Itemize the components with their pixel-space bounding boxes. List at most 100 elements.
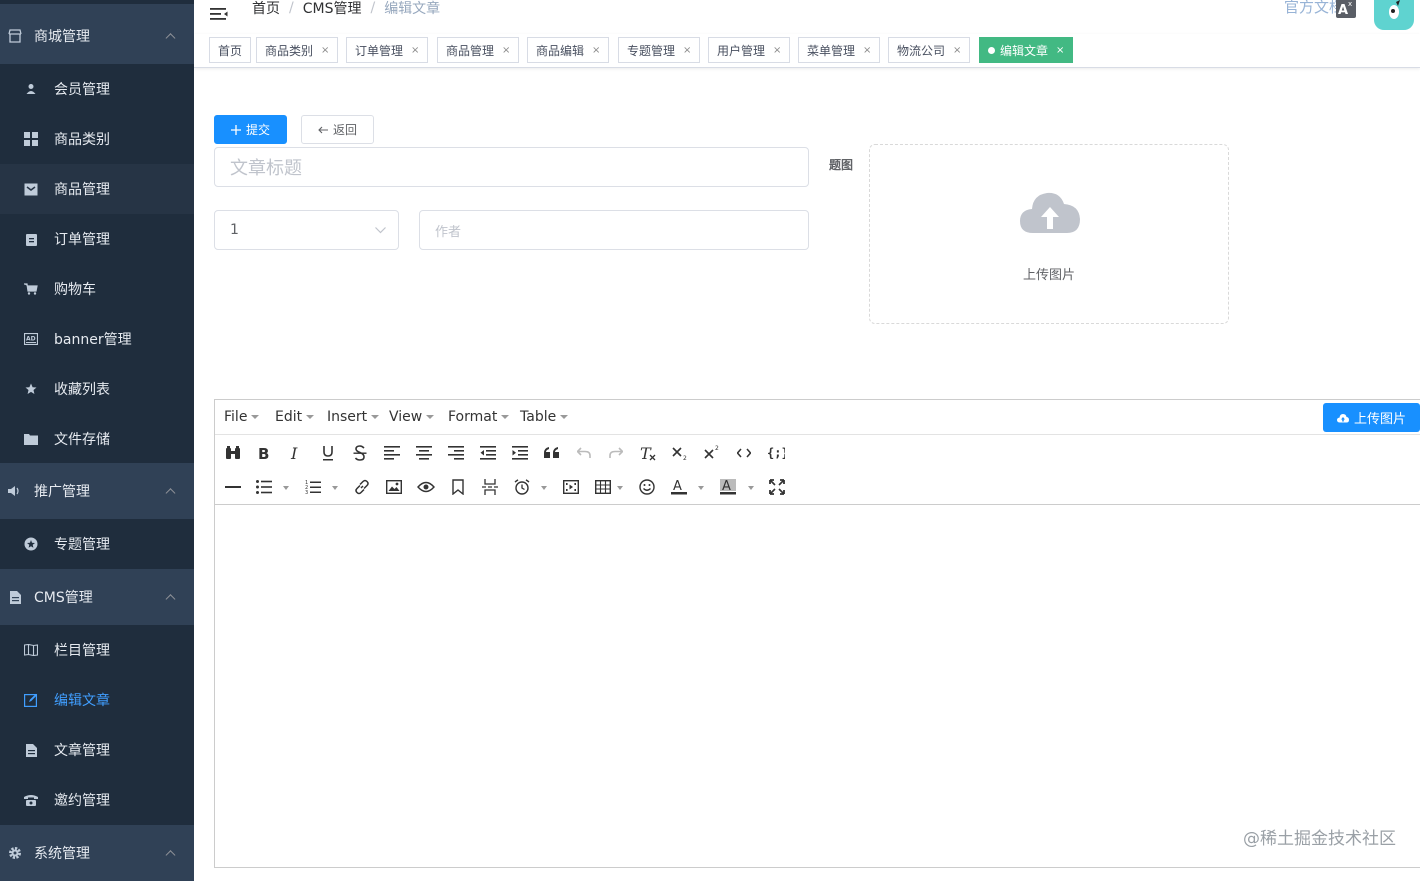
title-input[interactable]: 文章标题 — [214, 147, 809, 187]
outdent-icon[interactable] — [477, 442, 499, 464]
tag-topics[interactable]: 专题管理 × — [618, 37, 701, 63]
table-dropdown-icon[interactable] — [617, 486, 623, 490]
tag-categories[interactable]: 商品类别 × — [256, 37, 339, 63]
close-icon[interactable]: × — [1056, 45, 1064, 56]
text-color-icon[interactable]: A — [668, 476, 690, 498]
bullet-list-icon[interactable] — [253, 476, 275, 498]
svg-text:3: 3 — [305, 490, 308, 495]
italic-icon[interactable]: I — [285, 442, 307, 464]
sidebar-item-categories[interactable]: 商品类别 — [0, 114, 194, 164]
tag-logistics[interactable]: 物流公司 × — [888, 37, 971, 63]
close-icon[interactable]: × — [321, 45, 329, 56]
background-color-dropdown-icon[interactable] — [748, 486, 754, 490]
close-icon[interactable]: × — [592, 45, 600, 56]
bullet-list-dropdown-icon[interactable] — [283, 486, 289, 490]
menu-view[interactable]: View — [389, 409, 435, 425]
superscript-icon[interactable]: 2 — [701, 442, 723, 464]
strikethrough-icon[interactable] — [349, 442, 371, 464]
back-button[interactable]: 返回 — [301, 115, 374, 144]
sidebar-item-topics[interactable]: 专题管理 — [0, 519, 194, 569]
tag-products[interactable]: 商品管理 × — [437, 37, 520, 63]
fullscreen-icon[interactable] — [766, 476, 788, 498]
sidebar-item-articles[interactable]: 文章管理 — [0, 725, 194, 775]
align-left-icon[interactable] — [381, 442, 403, 464]
sidebar-item-banner[interactable]: AD banner管理 — [0, 314, 194, 364]
code-sample-icon[interactable]: {;} — [765, 442, 787, 464]
remove-format-icon[interactable]: T — [637, 442, 659, 464]
image-icon[interactable] — [383, 476, 405, 498]
tag-orders[interactable]: 订单管理 × — [346, 37, 429, 63]
emoticons-icon[interactable] — [636, 476, 658, 498]
avatar[interactable] — [1374, 0, 1414, 30]
underline-icon[interactable] — [317, 442, 339, 464]
hr-icon[interactable] — [222, 476, 244, 498]
breadcrumb-cms[interactable]: CMS管理 — [303, 0, 362, 18]
close-icon[interactable]: × — [411, 45, 419, 56]
menu-group-cms[interactable]: CMS管理 — [0, 569, 194, 625]
tag-edit-article[interactable]: 编辑文章 × — [979, 37, 1074, 63]
sidebar-item-columns[interactable]: 栏目管理 — [0, 625, 194, 675]
tag-home[interactable]: 首页 — [209, 37, 252, 63]
sidebar-item-members[interactable]: 会员管理 — [0, 64, 194, 114]
tag-users[interactable]: 用户管理 × — [708, 37, 791, 63]
chevron-down-icon — [375, 227, 386, 234]
sidebar-item-label: 编辑文章 — [54, 693, 110, 709]
menu-group-promotion[interactable]: 推广管理 — [0, 463, 194, 519]
sidebar-item-edit-article[interactable]: 编辑文章 — [0, 675, 194, 725]
close-icon[interactable]: × — [953, 45, 961, 56]
official-docs-link[interactable]: 官方文档 — [1284, 0, 1344, 17]
sidebar-item-files[interactable]: 文件存储 — [0, 414, 194, 464]
redo-icon[interactable] — [605, 442, 627, 464]
close-icon[interactable]: × — [773, 45, 781, 56]
tag-menus[interactable]: 菜单管理 × — [798, 37, 881, 63]
author-input[interactable]: 作者 — [419, 210, 809, 250]
menu-file[interactable]: File — [224, 409, 260, 425]
submit-button[interactable]: 提交 — [214, 115, 287, 144]
sidebar-item-cart[interactable]: 购物车 — [0, 264, 194, 314]
hamburger-icon[interactable] — [210, 6, 228, 22]
anchor-icon[interactable] — [447, 476, 469, 498]
translate-icon[interactable]: Ax — [1336, 0, 1356, 18]
menu-format[interactable]: Format — [448, 409, 510, 425]
bold-icon[interactable]: B — [253, 442, 275, 464]
tag-product-edit[interactable]: 商品编辑 × — [527, 37, 610, 63]
close-icon[interactable]: × — [502, 45, 510, 56]
sidebar-item-orders[interactable]: 订单管理 — [0, 214, 194, 264]
subscript-icon[interactable]: 2 — [669, 442, 691, 464]
sidebar-item-favorites[interactable]: 收藏列表 — [0, 364, 194, 414]
page-break-icon[interactable] — [479, 476, 501, 498]
menu-group-system[interactable]: 系统管理 — [0, 825, 194, 881]
media-icon[interactable] — [560, 476, 582, 498]
menu-table[interactable]: Table — [520, 409, 569, 425]
blockquote-icon[interactable] — [541, 442, 563, 464]
table-icon[interactable] — [592, 476, 614, 498]
sidebar-item-invitations[interactable]: 邀约管理 — [0, 775, 194, 825]
background-color-icon[interactable]: A — [717, 476, 739, 498]
menu-group-mall[interactable]: 商城管理 — [0, 4, 194, 68]
preview-icon[interactable] — [415, 476, 437, 498]
close-icon[interactable]: × — [863, 45, 871, 56]
close-icon[interactable]: × — [683, 45, 691, 56]
datetime-dropdown-icon[interactable] — [541, 486, 547, 490]
category-select[interactable]: 1 — [214, 210, 399, 250]
text-color-dropdown-icon[interactable] — [698, 486, 704, 490]
plus-icon — [230, 124, 241, 135]
insert-datetime-icon[interactable] — [511, 476, 533, 498]
number-list-dropdown-icon[interactable] — [332, 486, 338, 490]
menu-edit[interactable]: Edit — [275, 409, 315, 425]
cover-image-uploader[interactable]: 上传图片 — [869, 144, 1229, 324]
breadcrumb-home[interactable]: 首页 — [252, 0, 280, 18]
indent-icon[interactable] — [509, 442, 531, 464]
sidebar-item-products[interactable]: 商品管理 — [0, 164, 194, 214]
upload-image-button[interactable]: 上传图片 — [1323, 403, 1420, 432]
link-icon[interactable] — [351, 476, 373, 498]
align-right-icon[interactable] — [445, 442, 467, 464]
align-center-icon[interactable] — [413, 442, 435, 464]
code-icon[interactable] — [733, 442, 755, 464]
svg-text:A: A — [673, 479, 682, 494]
editor-content-area[interactable] — [215, 504, 1420, 869]
number-list-icon[interactable]: 123 — [302, 476, 324, 498]
find-replace-icon[interactable] — [222, 442, 244, 464]
undo-icon[interactable] — [573, 442, 595, 464]
menu-insert[interactable]: Insert — [327, 409, 380, 425]
